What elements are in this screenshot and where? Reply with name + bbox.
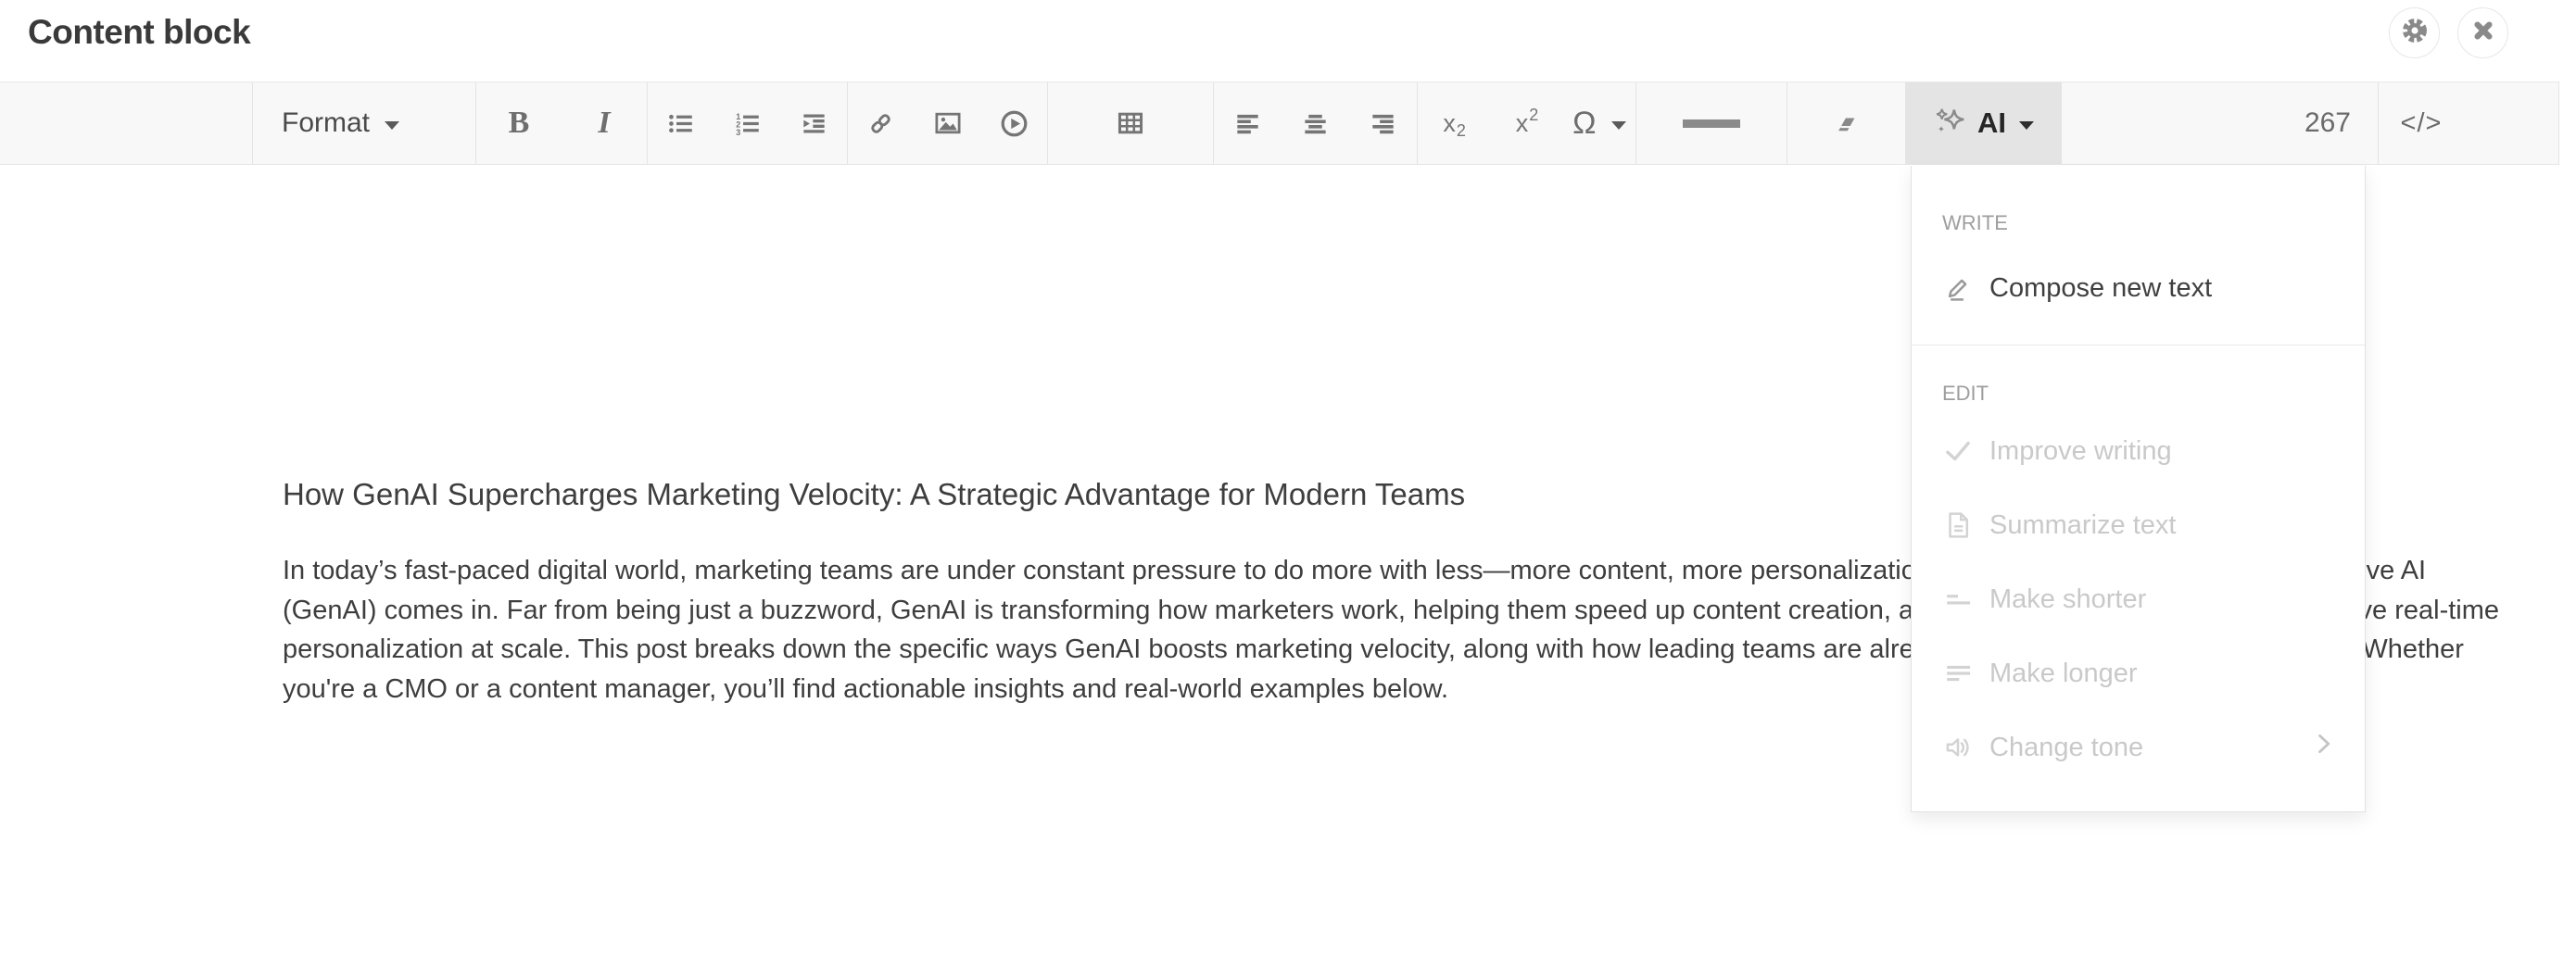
toolbar-flex-spacer: [2062, 82, 2267, 164]
toolbar-left-spacer: [0, 82, 252, 164]
gear-icon: [2400, 16, 2430, 50]
settings-button[interactable]: [2389, 7, 2440, 58]
omega-icon: Ω: [1572, 106, 1596, 142]
pencil-icon: [1942, 272, 1974, 304]
format-dropdown[interactable]: Format: [253, 82, 475, 164]
bold-button-label: B: [509, 106, 530, 141]
horizontal-line-icon: [1683, 119, 1740, 128]
menu-item-summarize-text[interactable]: Summarize text: [1912, 490, 2365, 560]
menu-item-label: Improve writing: [1989, 436, 2172, 467]
menu-item-make-longer[interactable]: Make longer: [1912, 638, 2365, 709]
table-icon: [1117, 109, 1144, 137]
shorten-lines-icon: [1942, 584, 1974, 615]
text-style-group: B I: [476, 82, 647, 164]
table-button[interactable]: [1048, 82, 1213, 164]
source-code-button[interactable]: </>: [2379, 82, 2464, 164]
horizontal-line-button[interactable]: [1636, 82, 1787, 164]
speaker-icon: [1942, 732, 1974, 763]
menu-item-improve-writing[interactable]: Improve writing: [1912, 416, 2365, 486]
bold-button[interactable]: B: [476, 82, 562, 164]
chevron-down-icon: [1611, 121, 1626, 130]
remove-format-button[interactable]: [1787, 82, 1905, 164]
ai-button-label: AI: [1977, 107, 2006, 140]
italic-button-label: I: [598, 106, 610, 141]
lengthen-lines-icon: [1942, 658, 1974, 689]
subscript-digit: 2: [1457, 121, 1466, 141]
menu-item-label: Make longer: [1989, 659, 2138, 689]
chevron-down-icon: [2019, 121, 2034, 130]
list-group: 1 2 3: [648, 82, 847, 164]
check-icon: [1942, 435, 1974, 467]
source-code-icon: </>: [2401, 108, 2443, 139]
format-dropdown-label: Format: [282, 107, 370, 139]
media-icon: [1000, 109, 1029, 138]
table-group: [1048, 82, 1213, 164]
link-button[interactable]: [848, 82, 915, 164]
numbered-list-button[interactable]: 1 2 3: [714, 82, 781, 164]
close-button[interactable]: [2457, 7, 2508, 58]
editor-toolbar: Format B I 1 2 3: [0, 82, 2559, 165]
close-icon: [2469, 17, 2497, 49]
align-group: [1214, 82, 1417, 164]
bulleted-list-icon: [667, 110, 694, 137]
script-group: x2 x2 Ω: [1418, 82, 1635, 164]
remove-format-icon: [1832, 109, 1861, 138]
menu-item-compose-new-text[interactable]: Compose new text: [1912, 253, 2365, 323]
link-icon: [867, 110, 894, 137]
menu-item-label: Compose new text: [1989, 273, 2212, 304]
subscript-button[interactable]: x2: [1418, 82, 1490, 164]
word-count: 267: [2267, 82, 2378, 164]
align-center-button[interactable]: [1282, 82, 1349, 164]
ai-dropdown-menu: WRITE Compose new text EDIT Improve writ…: [1911, 166, 2366, 812]
indent-button[interactable]: [780, 82, 847, 164]
ai-dropdown-button[interactable]: AI: [1905, 82, 2062, 164]
bulleted-list-button[interactable]: [648, 82, 714, 164]
menu-section-edit: EDIT: [1912, 377, 2365, 410]
sparkles-icon: [1933, 105, 1966, 143]
italic-button[interactable]: I: [562, 82, 647, 164]
image-button[interactable]: [915, 82, 981, 164]
superscript-label: x: [1516, 109, 1529, 138]
media-button[interactable]: [980, 82, 1047, 164]
svg-text:3: 3: [736, 127, 740, 136]
superscript-digit: 2: [1529, 106, 1538, 125]
align-right-icon: [1370, 110, 1396, 137]
menu-item-label: Make shorter: [1989, 584, 2146, 615]
insert-group: [848, 82, 1047, 164]
numbered-list-icon: 1 2 3: [734, 110, 761, 137]
align-left-button[interactable]: [1214, 82, 1282, 164]
remove-format-group: [1787, 82, 1905, 164]
menu-item-change-tone[interactable]: Change tone: [1912, 712, 2365, 783]
align-right-button[interactable]: [1349, 82, 1417, 164]
image-icon: [934, 109, 962, 137]
superscript-button[interactable]: x2: [1490, 82, 1562, 164]
dialog-header: Content block: [0, 0, 2576, 82]
subscript-label: x: [1443, 109, 1456, 138]
menu-item-make-shorter[interactable]: Make shorter: [1912, 564, 2365, 634]
menu-item-label: Summarize text: [1989, 510, 2176, 541]
indent-icon: [801, 110, 827, 137]
toolbar-right-spacer: [2464, 82, 2558, 164]
menu-section-write: WRITE: [1912, 207, 2365, 240]
chevron-right-icon: [2309, 730, 2337, 765]
align-left-icon: [1234, 110, 1261, 137]
chevron-down-icon: [385, 121, 399, 130]
hr-group: [1636, 82, 1787, 164]
document-icon: [1942, 509, 1974, 541]
menu-item-label: Change tone: [1989, 733, 2143, 763]
align-center-icon: [1302, 110, 1329, 137]
page-title: Content block: [28, 13, 250, 52]
special-characters-dropdown[interactable]: Ω: [1563, 82, 1635, 164]
